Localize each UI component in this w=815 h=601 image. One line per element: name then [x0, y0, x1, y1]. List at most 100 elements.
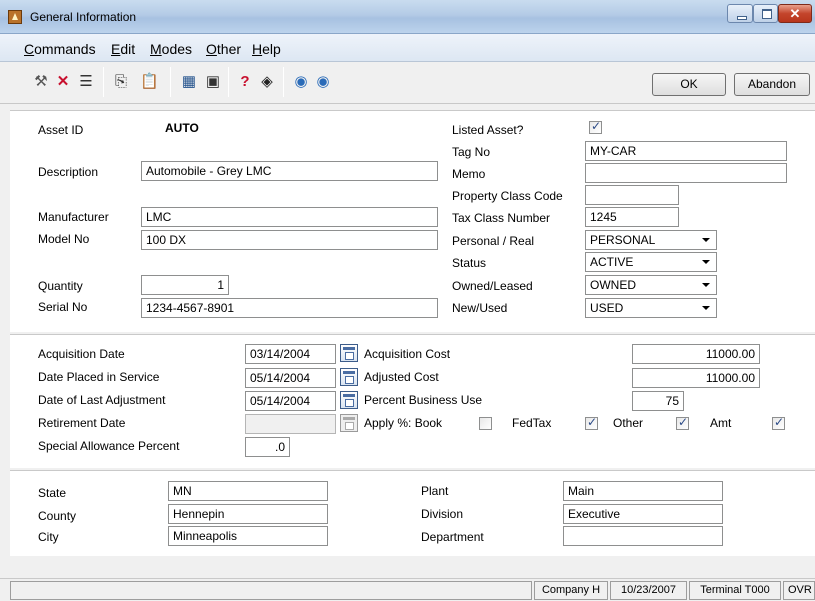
- paste-icon[interactable]: 📋: [140, 73, 159, 91]
- minimize-button[interactable]: [727, 4, 753, 23]
- abandon-button[interactable]: Abandon: [734, 73, 810, 96]
- personal-real-label: Personal / Real: [452, 234, 535, 248]
- other-checkbox[interactable]: [676, 415, 689, 430]
- chevron-down-icon: [702, 283, 710, 287]
- book-checkbox[interactable]: [479, 417, 492, 430]
- chevron-down-icon: [702, 238, 710, 242]
- quantity-field[interactable]: 1: [141, 275, 229, 295]
- county-label: County: [38, 509, 77, 523]
- status-select[interactable]: ACTIVE: [585, 252, 717, 272]
- tools-icon[interactable]: ⚒: [32, 73, 50, 91]
- property-class-field[interactable]: [585, 185, 679, 205]
- acquisition-cost-label: Acquisition Cost: [364, 347, 451, 361]
- close-icon: ✕: [789, 6, 801, 21]
- memo-field[interactable]: [585, 163, 787, 183]
- book-icon[interactable]: ◈: [258, 73, 276, 91]
- description-label: Description: [38, 165, 99, 179]
- placed-in-service-field[interactable]: 05/14/2004: [245, 368, 336, 388]
- adjusted-cost-label: Adjusted Cost: [364, 370, 439, 384]
- window-title: General Information: [30, 10, 137, 24]
- plant-label: Plant: [421, 484, 449, 498]
- calendar-icon: [340, 414, 358, 432]
- menu-help[interactable]: Help: [252, 41, 281, 57]
- state-field[interactable]: MN: [168, 481, 328, 501]
- status-company: Company H: [534, 581, 608, 600]
- close-button[interactable]: ✕: [778, 4, 812, 23]
- retirement-date-label: Retirement Date: [38, 416, 126, 430]
- delete-icon[interactable]: ✕: [54, 73, 72, 91]
- help-icon[interactable]: ?: [236, 73, 254, 91]
- amt-checkbox[interactable]: [772, 415, 785, 430]
- status-mode: OVR: [783, 581, 815, 600]
- division-field[interactable]: Executive: [563, 504, 723, 524]
- menu-other[interactable]: Other: [206, 41, 241, 57]
- ok-button[interactable]: OK: [652, 73, 726, 96]
- model-field[interactable]: 100 DX: [141, 230, 438, 250]
- tax-class-label: Tax Class Number: [452, 211, 551, 225]
- adjusted-cost-field[interactable]: 11000.00: [632, 368, 760, 388]
- asset-id-value: AUTO: [165, 121, 199, 135]
- toolbar-separator: [170, 67, 171, 97]
- status-label: Status: [452, 256, 487, 270]
- placed-in-service-label: Date Placed in Service: [38, 370, 160, 384]
- serial-label: Serial No: [38, 300, 88, 314]
- business-use-field[interactable]: 75: [632, 391, 684, 411]
- special-allowance-field[interactable]: .0: [245, 437, 290, 457]
- acquisition-cost-field[interactable]: 11000.00: [632, 344, 760, 364]
- department-label: Department: [421, 530, 484, 544]
- new-used-label: New/Used: [452, 301, 508, 315]
- calendar-icon[interactable]: [340, 368, 358, 386]
- plant-field[interactable]: Main: [563, 481, 723, 501]
- fedtax-checkbox[interactable]: [585, 415, 598, 430]
- status-message: [10, 581, 532, 600]
- listed-asset-checkbox[interactable]: [589, 119, 602, 134]
- tag-field[interactable]: MY-CAR: [585, 141, 787, 161]
- tax-class-field[interactable]: 1245: [585, 207, 679, 227]
- owned-leased-label: Owned/Leased: [452, 279, 533, 293]
- listed-asset-label: Listed Asset?: [452, 123, 524, 137]
- tag-label: Tag No: [452, 145, 491, 159]
- county-field[interactable]: Hennepin: [168, 504, 328, 524]
- calculator-icon[interactable]: ▦: [180, 73, 198, 91]
- note-icon[interactable]: ▣: [204, 73, 222, 91]
- apply-book-label: Apply %: Book: [364, 416, 443, 430]
- chevron-down-icon: [702, 260, 710, 264]
- manufacturer-field[interactable]: LMC: [141, 207, 438, 227]
- app-icon: [8, 10, 22, 24]
- calendar-icon[interactable]: [340, 344, 358, 362]
- owned-leased-select[interactable]: OWNED: [585, 275, 717, 295]
- toolbar-separator: [228, 67, 229, 97]
- state-label: State: [38, 486, 67, 500]
- description-field[interactable]: Automobile - Grey LMC: [141, 161, 438, 181]
- copy-icon[interactable]: ⎘: [112, 73, 130, 91]
- toolbar-separator: [283, 67, 284, 97]
- property-class-label: Property Class Code: [452, 189, 563, 203]
- menu-modes[interactable]: Modes: [150, 41, 192, 57]
- previous-icon[interactable]: ◉: [292, 73, 310, 91]
- serial-field[interactable]: 1234-4567-8901: [141, 298, 438, 318]
- personal-real-select[interactable]: PERSONAL: [585, 230, 717, 250]
- list-icon[interactable]: ☰: [77, 73, 95, 91]
- toolbar-separator: [103, 67, 104, 97]
- next-icon[interactable]: ◉: [314, 73, 332, 91]
- menu-commands[interactable]: Commands: [24, 41, 96, 57]
- calendar-icon[interactable]: [340, 391, 358, 409]
- acquisition-date-label: Acquisition Date: [38, 347, 125, 361]
- city-label: City: [38, 530, 59, 544]
- maximize-button[interactable]: [753, 4, 778, 23]
- department-field[interactable]: [563, 526, 723, 546]
- new-used-select[interactable]: USED: [585, 298, 717, 318]
- memo-label: Memo: [452, 167, 486, 181]
- model-label: Model No: [38, 232, 90, 246]
- business-use-label: Percent Business Use: [364, 393, 483, 407]
- quantity-label: Quantity: [38, 279, 83, 293]
- last-adjustment-label: Date of Last Adjustment: [38, 393, 166, 407]
- retirement-date-field[interactable]: [245, 414, 336, 434]
- amt-label: Amt: [710, 416, 732, 430]
- asset-id-label: Asset ID: [38, 123, 84, 137]
- menu-edit[interactable]: Edit: [111, 41, 135, 57]
- manufacturer-label: Manufacturer: [38, 210, 109, 224]
- last-adjustment-field[interactable]: 05/14/2004: [245, 391, 336, 411]
- city-field[interactable]: Minneapolis: [168, 526, 328, 546]
- acquisition-date-field[interactable]: 03/14/2004: [245, 344, 336, 364]
